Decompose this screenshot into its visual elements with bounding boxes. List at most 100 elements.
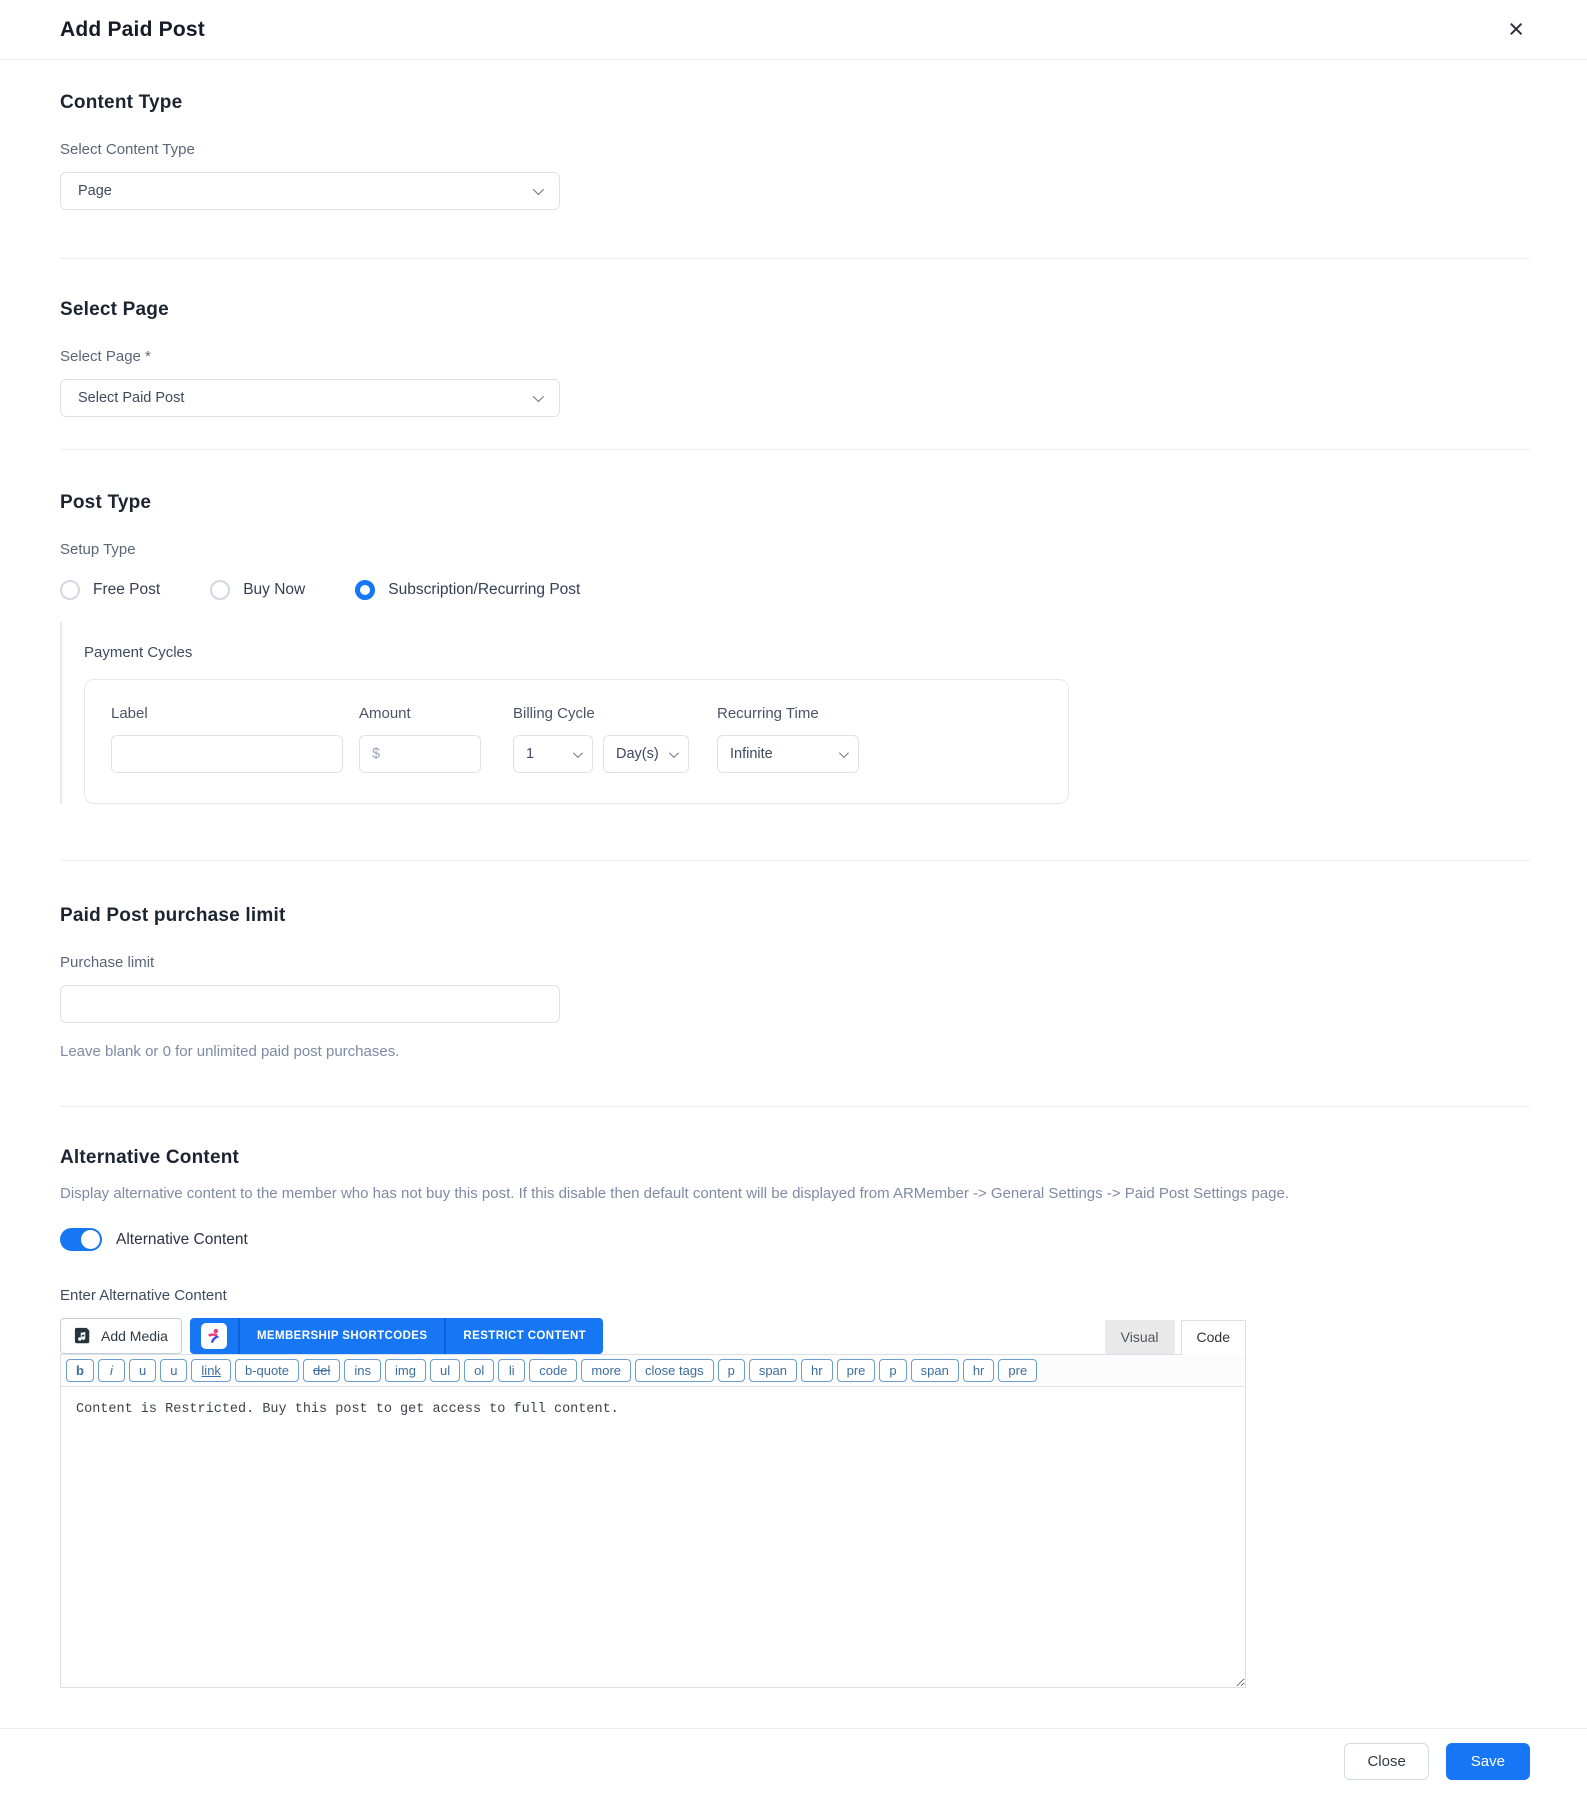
quicktag-span-button[interactable]: span [910,1359,959,1382]
quicktag-close-tags-button[interactable]: close tags [635,1359,714,1382]
chevron-down-icon [668,747,679,758]
quicktag-hr-button[interactable]: hr [801,1359,833,1382]
quicktag-italic-button[interactable]: i [97,1359,125,1382]
radio-icon [210,580,231,600]
purchase-limit-label: Purchase limit [60,954,155,971]
membership-shortcodes-button[interactable]: MEMBERSHIP SHORTCODES [240,1318,444,1354]
section-divider [60,258,1530,259]
quicktag-pre-button[interactable]: pre [836,1359,876,1382]
toggle-knob-icon [81,1230,100,1249]
chevron-down-icon [572,747,583,758]
radio-label: Subscription/Recurring Post [388,581,581,598]
purchase-limit-heading: Paid Post purchase limit [60,905,286,926]
armember-icon [200,1323,227,1349]
payment-cycles-box: Label Amount Billing Cycle Recurring Tim… [84,679,1069,804]
page-title: Add Paid Post [60,17,205,41]
modal-close-button[interactable]: × [1502,14,1530,45]
modal-footer: Close Save [0,1728,1587,1796]
select-page-label: Select Page * [60,348,151,365]
payment-cycles-label: Payment Cycles [84,644,193,661]
setup-type-label: Setup Type [60,541,136,558]
select-page-selected-value: Select Paid Post [78,390,185,406]
radio-option-buy-now[interactable]: Buy Now [210,580,305,600]
setup-type-radio-group: Free Post Buy Now Subscription/Recurring… [60,580,1530,600]
billing-cycle-count-select[interactable]: 1 [513,735,593,773]
quicktag-bold-button[interactable]: b [66,1359,94,1382]
billing-cycle-count-value: 1 [526,746,535,762]
quicktag-ins-button[interactable]: ins [344,1359,382,1382]
section-alternative-content: Alternative Content Display alternative … [60,1147,1530,1688]
alternative-content-toggle-label: Alternative Content [116,1230,248,1248]
radio-icon [355,580,376,600]
quicktag-link-button[interactable]: link [191,1359,231,1382]
quicktag-pre-button[interactable]: pre [998,1359,1038,1382]
editor-container: b i u u link b-quote del ins img ul ol l… [60,1354,1246,1688]
editor-textarea[interactable]: Content is Restricted. Buy this post to … [61,1387,1245,1687]
purchase-limit-hint: Leave blank or 0 for unlimited paid post… [60,1043,400,1060]
content-type-selected-value: Page [78,183,112,199]
media-icon [74,1327,90,1344]
add-media-label: Add Media [101,1328,168,1344]
restrict-content-button[interactable]: RESTRICT CONTENT [446,1318,603,1354]
select-page-heading: Select Page [60,299,169,320]
chevron-down-icon [532,183,545,196]
quicktag-more-button[interactable]: more [581,1359,632,1382]
alternative-content-description: Display alternative content to the membe… [60,1185,1289,1202]
section-select-page: Select Page Select Page * Select Paid Po… [60,299,1530,417]
quicktag-ol-button[interactable]: ol [464,1359,495,1382]
alternative-content-heading: Alternative Content [60,1147,240,1168]
section-post-type: Post Type Setup Type Free Post Buy Now S… [60,492,1530,804]
section-divider [60,860,1530,861]
alternative-content-toggle-row: Alternative Content [60,1228,1530,1251]
radio-label: Buy Now [243,581,306,598]
column-header-recurring-time: Recurring Time [717,705,819,722]
quicktag-u-button[interactable]: u [160,1359,188,1382]
billing-cycle-unit-select[interactable]: Day(s) [603,735,689,773]
section-divider [60,1106,1530,1107]
column-header-billing-cycle: Billing Cycle [513,705,595,722]
select-page-select[interactable]: Select Paid Post [60,379,560,417]
cycle-amount-input[interactable] [359,735,481,773]
quicktag-bquote-button[interactable]: b-quote [234,1359,300,1382]
quicktag-li-button[interactable]: li [498,1359,526,1382]
payment-cycles-input-row: 1 Day(s) Infinite [111,735,1042,773]
tab-visual[interactable]: Visual [1104,1320,1175,1354]
quicktag-hr-button[interactable]: hr [962,1359,995,1382]
radio-option-subscription-recurring[interactable]: Subscription/Recurring Post [355,580,580,600]
billing-cycle-unit-value: Day(s) [616,746,659,762]
radio-option-free-post[interactable]: Free Post [60,580,160,600]
tab-code[interactable]: Code [1180,1320,1246,1355]
radio-icon [60,580,80,600]
quicktag-del-button[interactable]: del [303,1359,341,1382]
section-divider [60,449,1530,450]
quicktag-u-button[interactable]: u [128,1359,157,1382]
section-purchase-limit: Paid Post purchase limit Purchase limit … [60,905,1530,1060]
section-content-type: Content Type Select Content Type Page [60,92,1530,210]
cycle-label-input[interactable] [111,735,343,773]
quicktag-p-button[interactable]: p [879,1359,907,1382]
save-button[interactable]: Save [1445,1743,1530,1780]
column-header-label: Label [111,705,148,722]
quicktag-p-button[interactable]: p [717,1359,745,1382]
recurring-time-value: Infinite [730,746,773,762]
column-header-amount: Amount [359,705,411,722]
quicktag-img-button[interactable]: img [385,1359,426,1382]
modal-body: Content Type Select Content Type Page Se… [0,60,1587,1688]
shortcode-toolbar: MEMBERSHIP SHORTCODES RESTRICT CONTENT [189,1318,604,1354]
quicktag-code-button[interactable]: code [529,1359,578,1382]
add-media-button[interactable]: Add Media [60,1318,182,1354]
alternative-content-toggle[interactable] [60,1228,102,1251]
radio-label: Free Post [93,581,161,598]
recurring-time-select[interactable]: Infinite [717,735,859,773]
payment-cycles-header-row: Label Amount Billing Cycle Recurring Tim… [111,705,1042,722]
quicktag-span-button[interactable]: span [748,1359,798,1382]
purchase-limit-input[interactable] [60,985,560,1023]
enter-alternative-content-label: Enter Alternative Content [60,1287,227,1304]
quicktags-toolbar: b i u u link b-quote del ins img ul ol l… [61,1355,1245,1387]
chevron-down-icon [838,747,849,758]
content-type-select[interactable]: Page [60,172,560,210]
quicktag-ul-button[interactable]: ul [429,1359,461,1382]
close-button[interactable]: Close [1344,1743,1429,1780]
chevron-down-icon [532,390,545,403]
